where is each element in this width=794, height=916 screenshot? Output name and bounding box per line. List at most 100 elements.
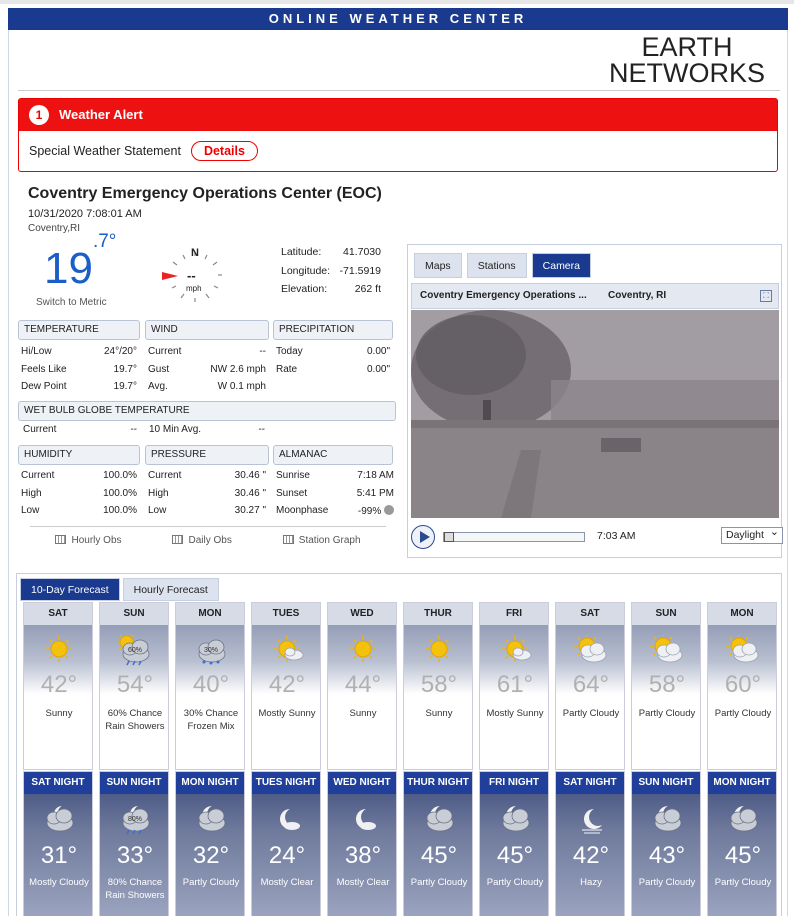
forecast-day-card[interactable]: FRI 61° Mostly Sunny — [479, 602, 549, 770]
forecast-night-temp: 45° — [496, 842, 534, 869]
coord-label: Latitude: — [281, 246, 322, 258]
rain-showers-icon: 60% — [116, 631, 152, 666]
forecast-night-card[interactable]: SAT NIGHT 42° Hazy — [555, 771, 625, 916]
forecast-night-card[interactable]: SUN NIGHT 43° Partly Cloudy — [631, 771, 701, 916]
forecast-night-temp: 38° — [344, 842, 382, 869]
forecast-day-temp: 58° — [648, 671, 686, 698]
forecast-night-card[interactable]: MON NIGHT 45° Partly Cloudy — [707, 771, 777, 916]
table-row: Avg. W 0.1 mph — [148, 378, 266, 396]
row-label: Low — [21, 505, 40, 517]
table-row: Today 0.00" — [276, 343, 390, 361]
slider-handle[interactable] — [444, 532, 454, 542]
forecast-day-name: SUN — [632, 603, 700, 625]
forecast-night-name: MON NIGHT — [708, 772, 776, 794]
daily-obs-link[interactable]: Daily Obs — [172, 535, 232, 546]
forecast-day-card[interactable]: MON 60° Partly Cloudy — [707, 602, 777, 770]
switch-to-metric-link[interactable]: Switch to Metric — [36, 297, 107, 308]
row-label: Rate — [276, 363, 298, 375]
station-datetime: 10/31/2020 7:08:01 AM — [28, 208, 142, 220]
earth-networks-logo: EARTH NETWORKS — [602, 32, 772, 87]
forecast-day-temp: 60° — [724, 671, 762, 698]
forecast-day-condition: Partly Cloudy — [714, 708, 772, 719]
forecast-night-card[interactable]: TUES NIGHT 24° Mostly Clear — [251, 771, 321, 916]
table-row: Sunset 5:41 PM — [276, 485, 394, 503]
svg-text:30%: 30% — [204, 647, 218, 654]
coord-value: 262 ft — [354, 283, 381, 295]
forecast-night-card[interactable]: SAT NIGHT 31° Mostly Cloudy — [23, 771, 93, 916]
sun-icon — [422, 635, 456, 665]
camera-title-bar: Coventry Emergency Operations ... Covent… — [411, 283, 779, 309]
forecast-night-card[interactable]: MON NIGHT 32° Partly Cloudy — [175, 771, 245, 916]
forecast-night-condition: 80% Chance Rain Showers — [105, 877, 165, 901]
row-label: High — [148, 487, 169, 499]
forecast-day-card[interactable]: TUES 42° Mostly Sunny — [251, 602, 321, 770]
forecast-night-temp: 31° — [40, 842, 78, 869]
temp-integer: 19 — [44, 244, 93, 293]
humidity-header: HUMIDITY — [18, 445, 140, 465]
forecast-panel: 10-Day Forecast Hourly Forecast SAT 42° Su… — [16, 573, 782, 916]
observation-links: Hourly Obs Daily Obs Station Graph — [30, 526, 386, 546]
forecast-day-card[interactable]: THUR 58° Sunny — [403, 602, 473, 770]
table-row: Current 100.0% — [21, 467, 137, 485]
wind-header: WIND — [145, 320, 269, 340]
fullscreen-icon[interactable]: ⛶ — [760, 290, 772, 302]
table-row: Feels Like 19.7° — [21, 361, 137, 379]
forecast-day-card[interactable]: SUN 58° Partly Cloudy — [631, 602, 701, 770]
logo-line-1: EARTH — [641, 32, 733, 62]
partly-cloudy-night-icon — [422, 804, 456, 834]
almanac-header: ALMANAC — [273, 445, 393, 465]
forecast-night-temp: 43° — [648, 842, 686, 869]
wind-speed-value: -- — [187, 268, 196, 283]
partly-cloudy-icon — [650, 633, 684, 665]
table-row: Current 30.46 " — [148, 467, 266, 485]
forecast-day-card[interactable]: MON 30% 40° 30% Chance Frozen Mix — [175, 602, 245, 770]
forecast-day-temp: 44° — [344, 671, 382, 698]
forecast-night-condition: Partly Cloudy — [410, 877, 468, 888]
forecast-night-temp: 42° — [572, 842, 610, 869]
tab-hourly-forecast[interactable]: Hourly Forecast — [122, 578, 219, 601]
row-label: Hi/Low — [21, 346, 52, 358]
table-row: High 100.0% — [21, 485, 137, 503]
forecast-day-card[interactable]: SAT 64° Partly Cloudy — [555, 602, 625, 770]
forecast-night-condition: Hazy — [580, 877, 602, 888]
row-value: 30.46 " — [234, 487, 266, 499]
forecast-night-card[interactable]: FRI NIGHT 45° Partly Cloudy — [479, 771, 549, 916]
row-label: Current — [148, 346, 182, 358]
pressure-table: Current 30.46 " High 30.46 " Low 30.27 " — [148, 467, 266, 520]
hourly-obs-link[interactable]: Hourly Obs — [55, 535, 122, 546]
forecast-day-condition: Mostly Sunny — [258, 708, 316, 719]
forecast-tabs: 10-Day Forecast Hourly Forecast — [20, 578, 219, 601]
forecast-night-name: SAT NIGHT — [556, 772, 624, 794]
temperature-table: Hi/Low 24°/20° Feels Like 19.7° Dew Point 1… — [21, 343, 137, 396]
row-value: NW 2.6 mph — [210, 363, 266, 375]
station-graph-link[interactable]: Station Graph — [282, 535, 361, 546]
wbgt-header: WET BULB GLOBE TEMPERATURE — [18, 401, 396, 421]
forecast-night-card[interactable]: WED NIGHT 38° Mostly Clear — [327, 771, 397, 916]
forecast-night-card[interactable]: THUR NIGHT 45° Partly Cloudy — [403, 771, 473, 916]
row-label: Today — [276, 346, 303, 358]
forecast-day-condition: 60% Chance Rain Showers — [105, 708, 165, 732]
forecast-night-card[interactable]: SUN NIGHT 80% 33° 80% Chance Rain Showers — [99, 771, 169, 916]
forecast-day-card[interactable]: SUN 60% 54° 60% Chance Rain Showers — [99, 602, 169, 770]
forecast-day-card[interactable]: SAT 42° Sunny — [23, 602, 93, 770]
tab-10-day-forecast[interactable]: 10-Day Forecast — [20, 578, 120, 601]
forecast-night-name: FRI NIGHT — [480, 772, 548, 794]
alert-count-badge: 1 — [29, 105, 49, 125]
tab-stations[interactable]: Stations — [466, 253, 527, 278]
tab-maps[interactable]: Maps — [414, 253, 462, 278]
play-button-icon[interactable] — [411, 525, 435, 549]
rain-showers-night-icon: 80% — [118, 804, 152, 835]
row-label: High — [21, 487, 42, 499]
camera-panel: Maps Stations Camera Coventry Emergency … — [407, 244, 783, 558]
playback-slider[interactable] — [443, 532, 585, 542]
hazy-night-icon — [574, 804, 608, 834]
camera-mode-select[interactable]: Daylight — [721, 525, 783, 544]
tab-camera[interactable]: Camera — [531, 253, 591, 278]
forecast-day-card[interactable]: WED 44° Sunny — [327, 602, 397, 770]
row-label: Moonphase — [276, 505, 329, 517]
coord-value: 41.7030 — [343, 246, 381, 258]
forecast-day-condition: Sunny — [425, 708, 453, 719]
alert-details-button[interactable]: Details — [190, 141, 258, 161]
alert-title: Weather Alert — [59, 107, 143, 122]
forecast-night-temp: 24° — [268, 842, 306, 869]
